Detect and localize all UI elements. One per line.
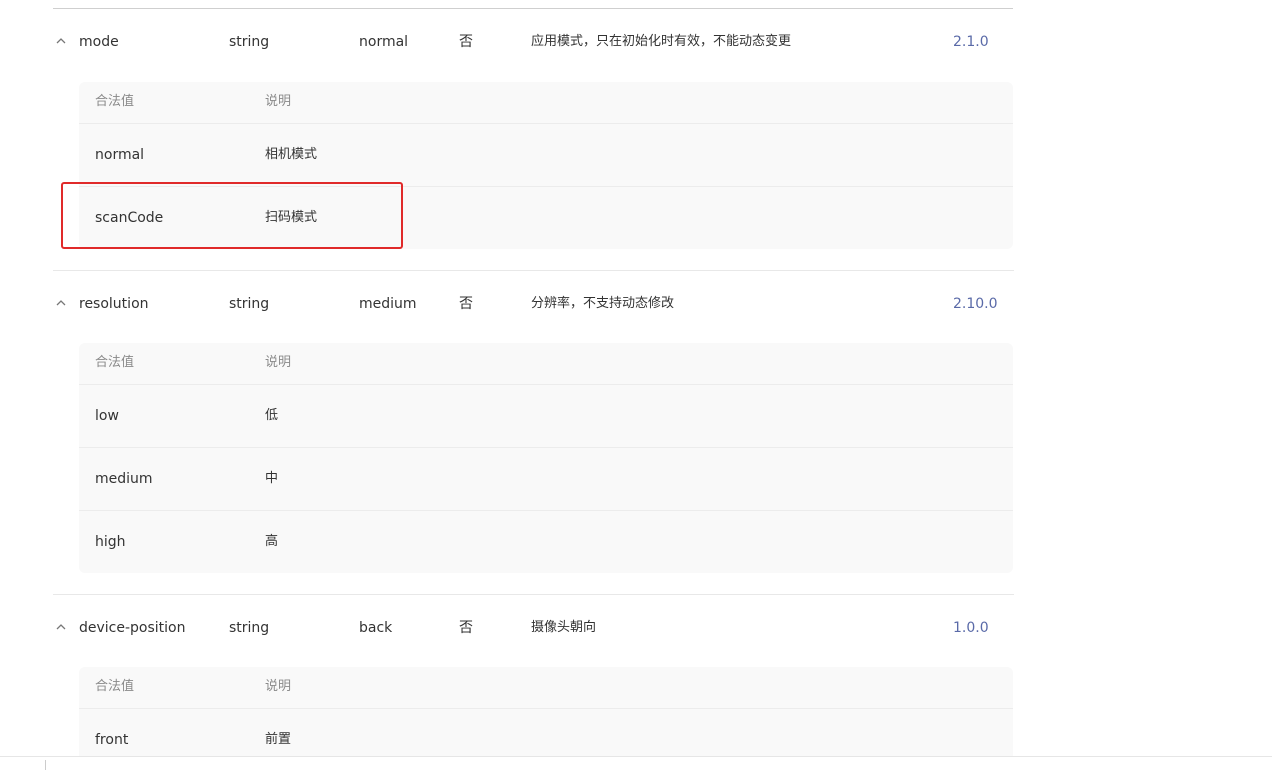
property-version: 1.0.0 <box>953 620 989 636</box>
chevron-up-icon[interactable] <box>54 34 68 48</box>
values-row: normal 相机模式 <box>79 123 1013 186</box>
property-version: 2.1.0 <box>953 34 989 50</box>
property-resolution: resolution string medium 否 分辨率，不支持动态修改 2… <box>53 270 1014 594</box>
property-description: 分辨率，不支持动态修改 <box>531 296 675 311</box>
property-name: resolution <box>79 296 149 312</box>
property-description: 应用模式，只在初始化时有效，不能动态变更 <box>531 34 792 49</box>
chevron-up-icon[interactable] <box>54 296 68 310</box>
property-default: medium <box>359 296 417 312</box>
value-desc: 中 <box>265 471 279 486</box>
values-row: high 高 <box>79 510 1013 573</box>
header-desc: 说明 <box>265 94 292 109</box>
property-type: string <box>229 34 270 50</box>
value-name: scanCode <box>95 210 164 226</box>
header-value: 合法值 <box>95 355 135 370</box>
property-type: string <box>229 620 270 636</box>
property-name: mode <box>79 34 119 50</box>
property-default: back <box>359 620 393 636</box>
header-value: 合法值 <box>95 679 135 694</box>
property-required: 否 <box>459 34 473 50</box>
values-table-header: 合法值 说明 <box>79 82 1013 123</box>
property-device-position: device-position string back 否 摄像头朝向 1.0.… <box>53 594 1014 770</box>
value-name: medium <box>95 471 153 487</box>
values-table-header: 合法值 说明 <box>79 343 1013 384</box>
property-required: 否 <box>459 296 473 312</box>
value-desc: 前置 <box>265 732 292 747</box>
header-desc: 说明 <box>265 355 292 370</box>
property-type: string <box>229 296 270 312</box>
property-row[interactable]: mode string normal 否 应用模式，只在初始化时有效，不能动态变… <box>53 9 1014 73</box>
values-row: low 低 <box>79 384 1013 447</box>
values-table: 合法值 说明 low 低 medium 中 high 高 <box>79 343 1013 573</box>
property-mode: mode string normal 否 应用模式，只在初始化时有效，不能动态变… <box>53 9 1014 270</box>
value-desc: 低 <box>265 408 279 423</box>
page: mode string normal 否 应用模式，只在初始化时有效，不能动态变… <box>0 0 1272 770</box>
values-table-header: 合法值 说明 <box>79 667 1013 708</box>
bottom-divider <box>45 760 46 770</box>
property-name: device-position <box>79 620 186 636</box>
header-desc: 说明 <box>265 679 292 694</box>
property-description: 摄像头朝向 <box>531 620 597 635</box>
property-required: 否 <box>459 620 473 636</box>
value-name: low <box>95 408 119 424</box>
property-version: 2.10.0 <box>953 296 998 312</box>
bottom-bar <box>0 756 1272 770</box>
values-row: medium 中 <box>79 447 1013 510</box>
header-value: 合法值 <box>95 94 135 109</box>
values-table: 合法值 说明 normal 相机模式 scanCode 扫码模式 <box>79 82 1013 249</box>
property-default: normal <box>359 34 409 50</box>
value-name: front <box>95 732 129 748</box>
value-name: normal <box>95 147 145 163</box>
value-desc: 相机模式 <box>265 147 318 162</box>
values-row: scanCode 扫码模式 <box>79 186 1013 249</box>
value-desc: 高 <box>265 534 279 549</box>
values-table: 合法值 说明 front 前置 <box>79 667 1013 770</box>
property-row[interactable]: resolution string medium 否 分辨率，不支持动态修改 2… <box>53 271 1014 335</box>
chevron-up-icon[interactable] <box>54 620 68 634</box>
value-name: high <box>95 534 126 550</box>
value-desc: 扫码模式 <box>265 210 318 225</box>
property-row[interactable]: device-position string back 否 摄像头朝向 1.0.… <box>53 595 1014 659</box>
